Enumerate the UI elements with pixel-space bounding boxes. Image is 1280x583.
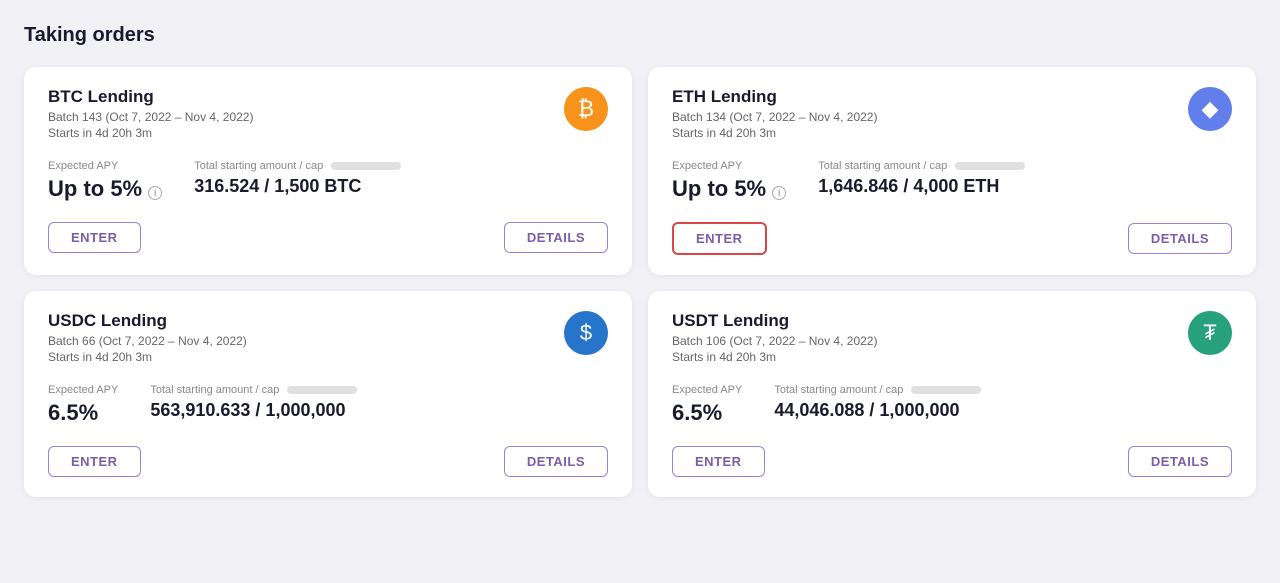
coin-icon-eth: ◆ <box>1188 87 1232 131</box>
cap-block: Total starting amount / cap 563,910.633 … <box>150 384 357 426</box>
cards-grid: BTC Lending Batch 143 (Oct 7, 2022 – Nov… <box>24 67 1256 497</box>
progress-bar <box>331 162 401 170</box>
cap-label: Total starting amount / cap <box>774 384 903 396</box>
card-actions: ENTER DETAILS <box>48 446 608 477</box>
cap-block: Total starting amount / cap 316.524 / 1,… <box>194 160 401 202</box>
apy-block: Expected APY 6.5% <box>48 384 118 426</box>
cap-label: Total starting amount / cap <box>150 384 279 396</box>
cap-label-row: Total starting amount / cap <box>818 160 1025 172</box>
card-header: ETH Lending Batch 134 (Oct 7, 2022 – Nov… <box>672 87 1232 140</box>
details-button-eth[interactable]: DETAILS <box>1128 223 1232 254</box>
progress-bar <box>911 386 981 394</box>
card-eth: ETH Lending Batch 134 (Oct 7, 2022 – Nov… <box>648 67 1256 275</box>
progress-bar <box>955 162 1025 170</box>
card-actions: ENTER DETAILS <box>672 222 1232 255</box>
info-icon[interactable]: i <box>772 186 786 200</box>
card-batch: Batch 66 (Oct 7, 2022 – Nov 4, 2022) <box>48 334 247 348</box>
enter-button-btc[interactable]: ENTER <box>48 222 141 253</box>
cap-label-row: Total starting amount / cap <box>150 384 357 396</box>
coin-icon-usdt: ₮ <box>1188 311 1232 355</box>
progress-bar <box>287 386 357 394</box>
apy-block: Expected APY Up to 5% i <box>672 160 786 202</box>
apy-label: Expected APY <box>48 384 118 396</box>
page-title: Taking orders <box>24 24 1256 47</box>
card-title: USDC Lending <box>48 311 247 331</box>
details-button-usdc[interactable]: DETAILS <box>504 446 608 477</box>
card-starts: Starts in 4d 20h 3m <box>672 126 877 140</box>
card-batch: Batch 134 (Oct 7, 2022 – Nov 4, 2022) <box>672 110 877 124</box>
apy-value: Up to 5% i <box>672 176 786 202</box>
apy-block: Expected APY 6.5% <box>672 384 742 426</box>
coin-icon-btc: ₿ <box>564 87 608 131</box>
info-icon[interactable]: i <box>148 186 162 200</box>
card-title: ETH Lending <box>672 87 877 107</box>
card-title-block: USDT Lending Batch 106 (Oct 7, 2022 – No… <box>672 311 877 364</box>
card-btc: BTC Lending Batch 143 (Oct 7, 2022 – Nov… <box>24 67 632 275</box>
enter-button-eth[interactable]: ENTER <box>672 222 767 255</box>
cap-value: 316.524 / 1,500 BTC <box>194 176 401 197</box>
apy-label: Expected APY <box>48 160 162 172</box>
cap-value: 563,910.633 / 1,000,000 <box>150 400 357 421</box>
apy-label: Expected APY <box>672 384 742 396</box>
apy-label: Expected APY <box>672 160 786 172</box>
card-stats: Expected APY Up to 5% i Total starting a… <box>672 160 1232 202</box>
apy-value: Up to 5% i <box>48 176 162 202</box>
card-title-block: ETH Lending Batch 134 (Oct 7, 2022 – Nov… <box>672 87 877 140</box>
card-header: USDC Lending Batch 66 (Oct 7, 2022 – Nov… <box>48 311 608 364</box>
enter-button-usdc[interactable]: ENTER <box>48 446 141 477</box>
card-batch: Batch 143 (Oct 7, 2022 – Nov 4, 2022) <box>48 110 253 124</box>
card-actions: ENTER DETAILS <box>48 222 608 253</box>
apy-block: Expected APY Up to 5% i <box>48 160 162 202</box>
cap-label-row: Total starting amount / cap <box>774 384 981 396</box>
cap-label-row: Total starting amount / cap <box>194 160 401 172</box>
card-title-block: BTC Lending Batch 143 (Oct 7, 2022 – Nov… <box>48 87 253 140</box>
cap-block: Total starting amount / cap 1,646.846 / … <box>818 160 1025 202</box>
coin-icon-usdc: $ <box>564 311 608 355</box>
card-stats: Expected APY 6.5% Total starting amount … <box>48 384 608 426</box>
enter-button-usdt[interactable]: ENTER <box>672 446 765 477</box>
card-title: USDT Lending <box>672 311 877 331</box>
card-actions: ENTER DETAILS <box>672 446 1232 477</box>
apy-value: 6.5% <box>48 400 118 426</box>
card-starts: Starts in 4d 20h 3m <box>48 126 253 140</box>
card-batch: Batch 106 (Oct 7, 2022 – Nov 4, 2022) <box>672 334 877 348</box>
details-button-usdt[interactable]: DETAILS <box>1128 446 1232 477</box>
cap-value: 1,646.846 / 4,000 ETH <box>818 176 1025 197</box>
cap-label: Total starting amount / cap <box>194 160 323 172</box>
card-stats: Expected APY Up to 5% i Total starting a… <box>48 160 608 202</box>
card-stats: Expected APY 6.5% Total starting amount … <box>672 384 1232 426</box>
card-header: USDT Lending Batch 106 (Oct 7, 2022 – No… <box>672 311 1232 364</box>
apy-value: 6.5% <box>672 400 742 426</box>
card-usdc: USDC Lending Batch 66 (Oct 7, 2022 – Nov… <box>24 291 632 497</box>
card-usdt: USDT Lending Batch 106 (Oct 7, 2022 – No… <box>648 291 1256 497</box>
details-button-btc[interactable]: DETAILS <box>504 222 608 253</box>
card-title: BTC Lending <box>48 87 253 107</box>
card-title-block: USDC Lending Batch 66 (Oct 7, 2022 – Nov… <box>48 311 247 364</box>
cap-value: 44,046.088 / 1,000,000 <box>774 400 981 421</box>
cap-block: Total starting amount / cap 44,046.088 /… <box>774 384 981 426</box>
card-starts: Starts in 4d 20h 3m <box>48 350 247 364</box>
card-header: BTC Lending Batch 143 (Oct 7, 2022 – Nov… <box>48 87 608 140</box>
card-starts: Starts in 4d 20h 3m <box>672 350 877 364</box>
cap-label: Total starting amount / cap <box>818 160 947 172</box>
